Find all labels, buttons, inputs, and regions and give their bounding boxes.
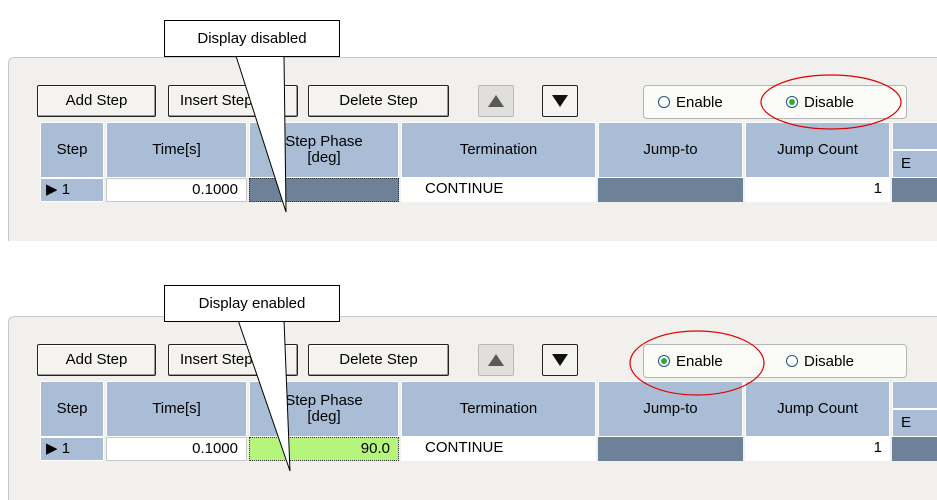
callout-pointer-disabled [235, 55, 287, 213]
annotation-overlay [235, 55, 902, 472]
highlight-ellipse-disable [760, 74, 902, 130]
callout-display-disabled: Display disabled [164, 20, 340, 57]
callout-display-enabled: Display enabled [164, 285, 340, 322]
callout-pointer-enabled [237, 319, 291, 472]
highlight-ellipse-enable [629, 330, 765, 396]
